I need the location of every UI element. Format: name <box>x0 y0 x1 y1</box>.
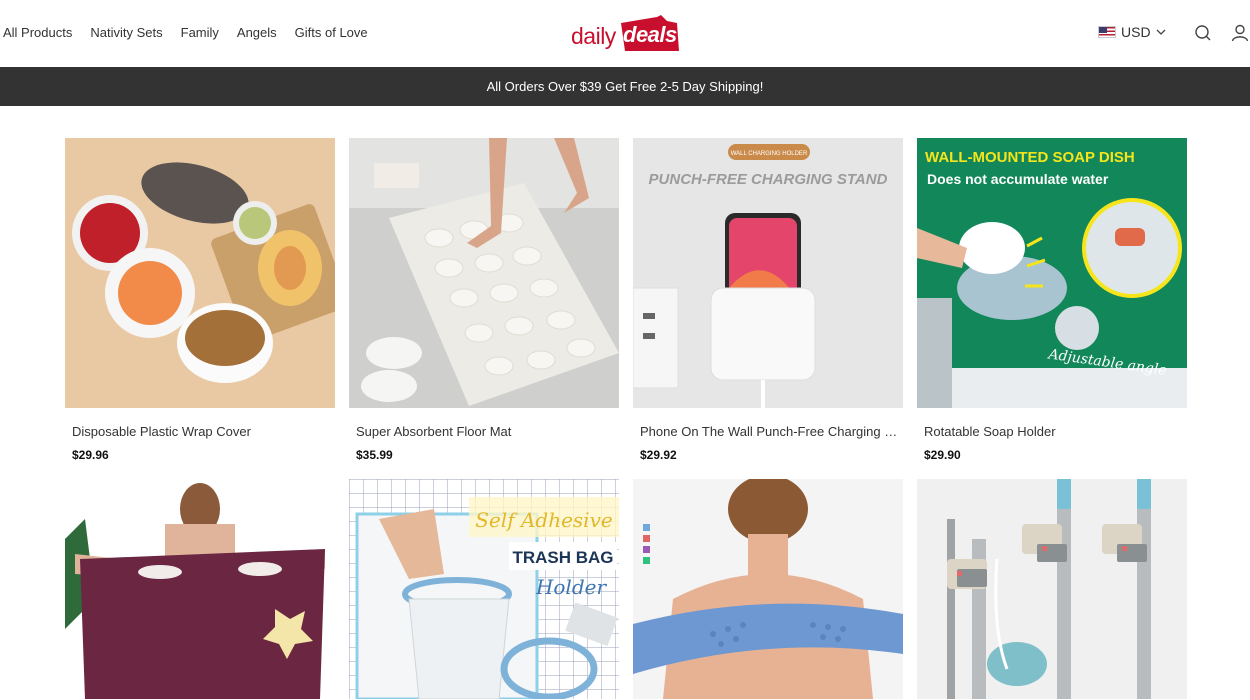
product-image-soap-holder[interactable]: WALL-MOUNTED SOAP DISH Does not accumula… <box>917 138 1187 408</box>
image-line3-text: Holder <box>535 575 608 599</box>
logo-daily-text: daily <box>571 23 616 49</box>
product-title[interactable]: Phone On The Wall Punch-Free Charging St… <box>633 424 903 439</box>
announcement-bar: All Orders Over $39 Get Free 2-5 Day Shi… <box>0 67 1250 106</box>
product-card[interactable] <box>633 479 903 699</box>
currency-selector[interactable]: USD <box>1098 24 1166 40</box>
site-header: All Products Nativity Sets Family Angels… <box>0 0 1250 67</box>
nav-angels[interactable]: Angels <box>237 25 277 40</box>
product-image-plastic-wrap[interactable] <box>65 138 335 408</box>
product-price: $29.92 <box>640 448 677 462</box>
product-card[interactable] <box>917 479 1187 699</box>
image-headline-text: PUNCH-FREE CHARGING STAND <box>649 171 888 188</box>
product-card[interactable] <box>65 479 335 699</box>
product-image-trash-bag-holder[interactable]: Self Adhesive TRASH BAG Holder <box>349 479 619 699</box>
nav-all-products[interactable]: All Products <box>3 25 72 40</box>
main-nav: All Products Nativity Sets Family Angels… <box>3 25 386 40</box>
product-card[interactable]: Self Adhesive TRASH BAG Holder <box>349 479 619 699</box>
chevron-down-icon <box>1156 29 1166 35</box>
search-icon[interactable] <box>1193 23 1213 43</box>
nav-family[interactable]: Family <box>181 25 219 40</box>
image-line1-text: Self Adhesive <box>475 508 612 532</box>
image-badge-text: WALL CHARGING HOLDER <box>731 151 808 157</box>
product-image-charging-stand[interactable]: WALL CHARGING HOLDER PUNCH-FREE CHARGING… <box>633 138 903 408</box>
product-price: $29.90 <box>924 448 961 462</box>
image-sub-text: Does not accumulate water <box>927 171 1109 187</box>
site-logo[interactable]: daily deals <box>571 13 683 55</box>
product-grid: Disposable Plastic Wrap Cover $29.96 Sup… <box>65 138 1187 699</box>
product-image-back-scrubber[interactable] <box>633 479 903 699</box>
us-flag-icon <box>1098 26 1116 38</box>
product-title[interactable]: Rotatable Soap Holder <box>917 424 1187 439</box>
product-title[interactable]: Disposable Plastic Wrap Cover <box>65 424 335 439</box>
user-icon[interactable] <box>1230 23 1250 43</box>
product-card[interactable]: WALL-MOUNTED SOAP DISH Does not accumula… <box>917 138 1187 462</box>
image-line2-text: TRASH BAG <box>512 548 613 567</box>
logo-deals-text: deals <box>623 22 677 47</box>
product-price: $35.99 <box>356 448 393 462</box>
product-image-mop-holder[interactable] <box>917 479 1187 699</box>
product-price: $29.96 <box>72 448 109 462</box>
image-headline-text: WALL-MOUNTED SOAP DISH <box>925 149 1135 166</box>
currency-label: USD <box>1121 24 1151 40</box>
product-title[interactable]: Super Absorbent Floor Mat <box>349 424 619 439</box>
product-card[interactable]: Super Absorbent Floor Mat $35.99 <box>349 138 619 462</box>
product-image-floor-mat[interactable] <box>349 138 619 408</box>
nav-gifts-of-love[interactable]: Gifts of Love <box>295 25 368 40</box>
product-image-bath-towel[interactable] <box>65 479 335 699</box>
nav-nativity-sets[interactable]: Nativity Sets <box>90 25 162 40</box>
product-card[interactable]: WALL CHARGING HOLDER PUNCH-FREE CHARGING… <box>633 138 903 462</box>
product-card[interactable]: Disposable Plastic Wrap Cover $29.96 <box>65 138 335 462</box>
announcement-text: All Orders Over $39 Get Free 2-5 Day Shi… <box>486 79 764 94</box>
